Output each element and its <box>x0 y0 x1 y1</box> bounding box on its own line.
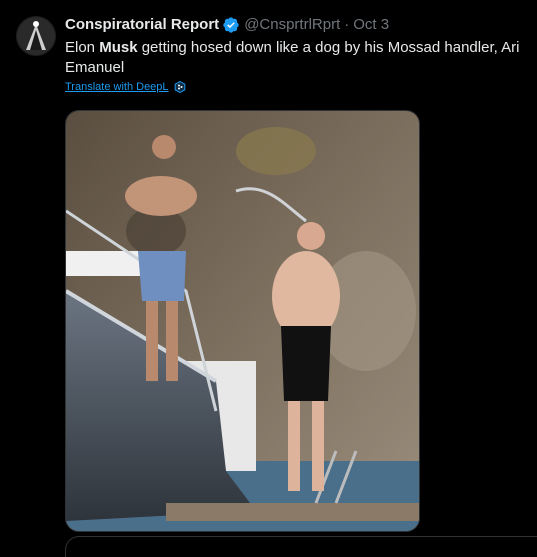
tweet-date[interactable]: Oct 3 <box>353 15 389 35</box>
tweet-text: Elon Musk getting hosed down like a dog … <box>65 38 525 78</box>
photo-image <box>66 111 419 531</box>
tweet-text-highlight: Musk <box>99 39 138 56</box>
translate-label: Translate with DeepL <box>65 81 169 93</box>
author-handle[interactable]: @CnsprtrlRprt <box>244 15 340 35</box>
deepl-icon <box>174 81 185 93</box>
verified-badge-icon[interactable] <box>222 16 240 34</box>
header-separator: · <box>344 16 350 33</box>
author-avatar[interactable] <box>16 16 56 56</box>
translate-with-deepl-link[interactable]: Translate with DeepL <box>65 80 186 94</box>
tweet-header: Conspiratorial Report @CnsprtrlRprt · Oc… <box>65 14 389 36</box>
avatar-image <box>16 16 56 56</box>
tweet-text-start: Elon <box>65 39 100 56</box>
tweet: Conspiratorial Report @CnsprtrlRprt · Oc… <box>0 0 537 557</box>
author-display-name[interactable]: Conspiratorial Report <box>65 15 219 35</box>
tweet-media-photo[interactable] <box>65 110 420 532</box>
